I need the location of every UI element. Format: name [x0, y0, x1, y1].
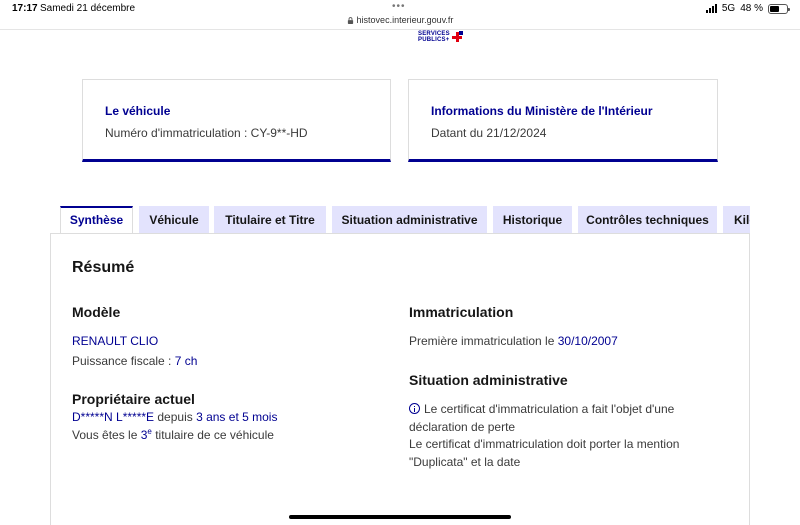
- tab-titulaire-et-titre[interactable]: Titulaire et Titre: [214, 206, 326, 234]
- admin-status-line-1: Le certificat d'immatriculation a fait l…: [409, 402, 674, 416]
- home-indicator[interactable]: [289, 515, 511, 519]
- owner-duration: 3 ans et 5 mois: [196, 410, 278, 424]
- admin-status-line-4: "Duplicata" et la date: [409, 455, 521, 469]
- services-publics-logo: SERVICES PUBLICS+: [418, 30, 463, 44]
- plus-icon: [451, 31, 463, 42]
- tab-kilometrage[interactable]: Kilo: [723, 206, 750, 234]
- status-indicators: 5G 48 %: [705, 3, 790, 14]
- tab-situation-administrative[interactable]: Situation administrative: [332, 206, 487, 234]
- registration-number: Numéro d'immatriculation : CY-9**-HD: [105, 126, 308, 140]
- admin-status-text-1: Le certificat d'immatriculation a fait l…: [424, 402, 675, 416]
- admin-status-line-3: Le certificat d'immatriculation doit por…: [409, 437, 680, 451]
- network-label: 5G: [721, 3, 736, 14]
- owner-heading: Propriétaire actuel: [72, 391, 195, 407]
- status-time: 17:17: [12, 3, 38, 14]
- fiscal-power-label: Puissance fiscale :: [72, 354, 175, 368]
- owner-rank-prefix: Vous êtes le: [72, 428, 141, 442]
- tab-synthese[interactable]: Synthèse: [60, 206, 133, 234]
- owner-rank: Vous êtes le 3e titulaire de ce véhicule: [72, 427, 274, 442]
- tab-vehicule[interactable]: Véhicule: [139, 206, 209, 234]
- ministry-card-title: Informations du Ministère de l'Intérieur: [431, 104, 653, 118]
- owner-line: D*****N L*****E depuis 3 ans et 5 mois: [72, 410, 277, 424]
- owner-name: D*****N L*****E: [72, 410, 155, 424]
- battery-label: 48 %: [740, 3, 763, 14]
- summary-title: Résumé: [72, 259, 135, 276]
- vehicle-card-title: Le véhicule: [105, 104, 171, 118]
- synthese-panel: Résumé Modèle RENAULT CLIO Puissance fis…: [50, 233, 750, 525]
- first-registration: Première immatriculation le 30/10/2007: [409, 334, 618, 348]
- first-registration-date: 30/10/2007: [557, 334, 618, 348]
- model-heading: Modèle: [72, 304, 121, 320]
- ministry-date: Datant du 21/12/2024: [431, 126, 547, 140]
- admin-status-line-2: déclaration de perte: [409, 420, 516, 434]
- owner-rank-suffix: titulaire de ce véhicule: [151, 428, 274, 442]
- ministry-card: Informations du Ministère de l'Intérieur…: [408, 79, 718, 162]
- owner-since-label: depuis: [154, 410, 197, 424]
- status-bar: 17:17 Samedi 21 décembre ••• histovec.in…: [0, 0, 800, 30]
- tab-bar: Synthèse Véhicule Titulaire et Titre Sit…: [60, 206, 750, 234]
- vehicle-card: Le véhicule Numéro d'immatriculation : C…: [82, 79, 391, 162]
- address-bar[interactable]: histovec.interieur.gouv.fr: [0, 15, 800, 25]
- battery-fill: [770, 5, 779, 12]
- first-registration-label: Première immatriculation le: [409, 334, 558, 348]
- registration-heading: Immatriculation: [409, 304, 514, 320]
- tab-controles-techniques[interactable]: Contrôles techniques: [578, 206, 717, 234]
- admin-status-heading: Situation administrative: [409, 372, 568, 388]
- more-icon[interactable]: •••: [392, 1, 406, 12]
- logo-line-2: PUBLICS+: [418, 37, 450, 43]
- fiscal-power-value: 7 ch: [174, 354, 198, 368]
- info-icon: [409, 403, 420, 414]
- status-date: Samedi 21 décembre: [40, 3, 136, 14]
- battery-icon: [768, 3, 790, 14]
- model-name: RENAULT CLIO: [72, 334, 159, 348]
- url-text: histovec.interieur.gouv.fr: [356, 15, 454, 25]
- signal-icon: [705, 4, 717, 13]
- lock-icon: [347, 17, 353, 24]
- fiscal-power: Puissance fiscale : 7 ch: [72, 354, 197, 368]
- tab-historique[interactable]: Historique: [493, 206, 572, 234]
